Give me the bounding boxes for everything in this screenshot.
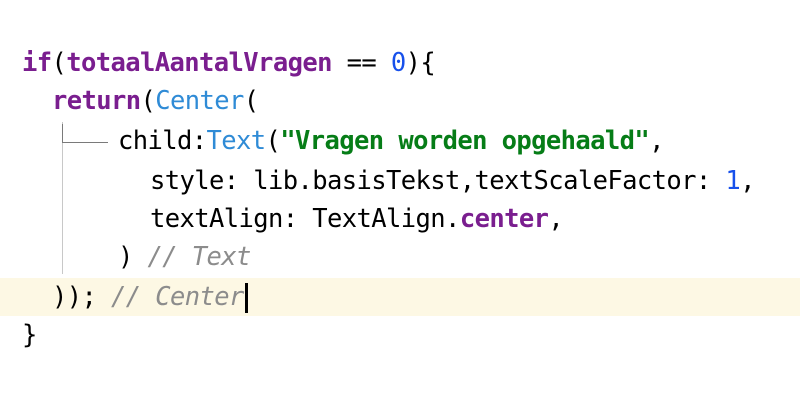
- param-style: style: lib.basisTekst,textScaleFactor:: [150, 166, 726, 196]
- enum-center: center: [459, 204, 549, 234]
- code-line-1[interactable]: if(totaalAantalVragen == 0){: [0, 44, 800, 82]
- variable-totaal-aantal-vragen: totaalAantalVragen: [66, 48, 332, 78]
- code-editor[interactable]: if(totaalAantalVragen == 0){ return(Cent…: [0, 0, 800, 400]
- keyword-if: if: [22, 48, 52, 78]
- code-line-4[interactable]: style: lib.basisTekst,textScaleFactor: 1…: [0, 162, 800, 200]
- code-line-8[interactable]: }: [0, 316, 800, 354]
- code-line-5[interactable]: textAlign: TextAlign.center,: [0, 200, 800, 238]
- code-line-2[interactable]: return(Center(: [0, 82, 800, 120]
- comment-center: // Center: [111, 282, 244, 312]
- keyword-return: return: [52, 86, 141, 116]
- code-line-3[interactable]: child:Text("Vragen worden opgehaald",: [0, 122, 800, 160]
- comment-text: // Text: [147, 242, 252, 272]
- code-line-6[interactable]: ) // Text: [0, 238, 800, 276]
- number-literal: 0: [390, 48, 406, 78]
- class-text: Text: [206, 126, 267, 156]
- param-child: child:: [118, 126, 207, 156]
- code-line-7-current[interactable]: )); // Center: [0, 278, 800, 316]
- string-literal: "Vragen worden opgehaald": [280, 126, 650, 156]
- param-text-align: textAlign: TextAlign.: [150, 204, 460, 234]
- text-caret: [244, 283, 248, 313]
- closing-brace: }: [22, 320, 37, 350]
- number-literal: 1: [725, 166, 741, 196]
- class-center: Center: [155, 86, 244, 116]
